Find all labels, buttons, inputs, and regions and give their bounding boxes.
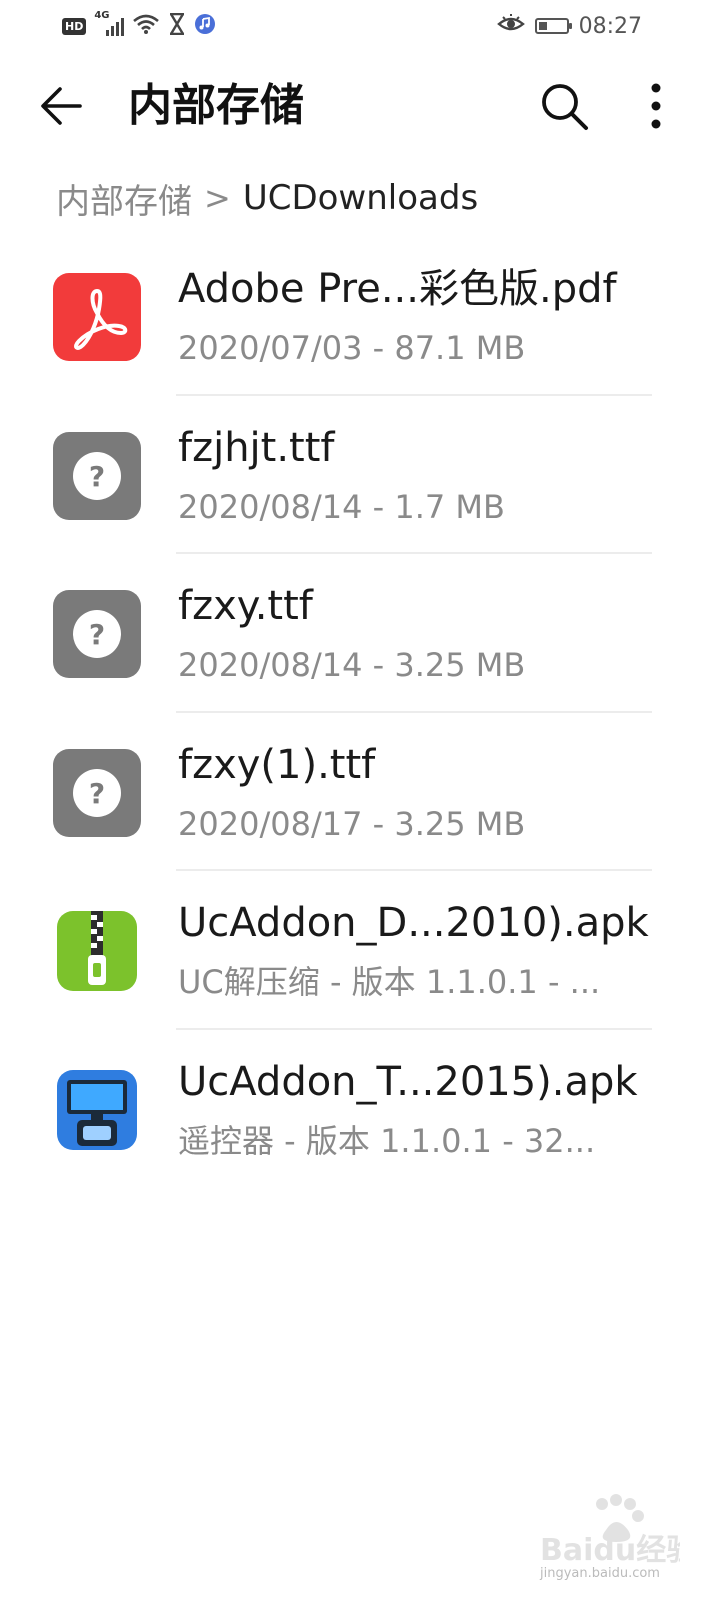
svg-text:?: ?	[89, 777, 105, 810]
status-bar-right: 08:27	[496, 12, 642, 40]
pdf-icon	[53, 273, 141, 361]
status-bar: HD 4G 08:27	[0, 0, 720, 52]
zip-app-icon	[53, 907, 141, 995]
eye-comfort-icon	[496, 13, 525, 39]
more-vertical-icon	[651, 83, 661, 129]
file-name: fzxy(1).ttf	[178, 741, 376, 788]
file-meta: 2020/07/03 - 87.1 MB	[178, 329, 526, 367]
page-title: 内部存储	[128, 80, 304, 131]
watermark-caption: jingyan.baidu.com	[540, 1566, 660, 1581]
breadcrumb-root[interactable]: 内部存储	[56, 174, 192, 223]
file-name: UcAddon_D...2010).apk	[178, 900, 649, 947]
file-meta: 遥控器 - 版本 1.1.0.1 - 32...	[178, 1121, 596, 1160]
unknown-file-icon: ?	[53, 431, 141, 520]
svg-text:?: ?	[89, 618, 105, 651]
more-options-button[interactable]	[636, 78, 676, 134]
unknown-file-icon: ?	[53, 748, 141, 837]
file-name: fzxy.ttf	[178, 583, 313, 630]
hd-badge: HD	[62, 17, 87, 35]
status-bar-left: HD 4G	[62, 10, 216, 40]
file-name: UcAddon_T...2015).apk	[178, 1058, 638, 1105]
wifi-icon	[132, 13, 160, 39]
breadcrumb-separator-icon: >	[204, 179, 231, 217]
file-name: Adobe Pre...彩色版.pdf	[178, 266, 617, 312]
file-meta: 2020/08/14 - 1.7 MB	[178, 487, 505, 526]
music-app-icon	[194, 13, 216, 39]
hourglass-icon	[168, 12, 186, 39]
file-meta: 2020/08/14 - 3.25 MB	[178, 646, 526, 685]
file-row[interactable]: UcAddon_T...2015).apk 遥控器 - 版本 1.1.0.1 -…	[0, 1030, 720, 1189]
file-row[interactable]: ? fzjhjt.ttf 2020/08/14 - 1.7 MB	[0, 396, 720, 555]
back-arrow-icon	[41, 87, 82, 125]
svg-text:Baidu经验: Baidu经验	[540, 1533, 680, 1568]
search-button[interactable]	[536, 78, 592, 134]
file-row[interactable]: ? fzxy(1).ttf 2020/08/17 - 3.25 MB	[0, 713, 720, 872]
search-icon	[542, 84, 588, 130]
file-list: Adobe Pre...彩色版.pdf 2020/07/03 - 87.1 MB…	[0, 237, 720, 1189]
file-row[interactable]: Adobe Pre...彩色版.pdf 2020/07/03 - 87.1 MB	[0, 237, 720, 396]
file-row[interactable]: ? fzxy.ttf 2020/08/14 - 3.25 MB	[0, 554, 720, 713]
signal-icon: 4G	[94, 10, 125, 38]
battery-level	[538, 22, 547, 30]
file-row[interactable]: UcAddon_D...2010).apk UC解压缩 - 版本 1.1.0.1…	[0, 871, 720, 1030]
svg-text:?: ?	[89, 460, 105, 493]
file-meta: 2020/08/17 - 3.25 MB	[178, 804, 526, 843]
status-time: 08:27	[578, 13, 642, 39]
battery-icon	[534, 18, 572, 34]
remote-app-icon	[53, 1066, 141, 1154]
file-name: fzjhjt.ttf	[178, 424, 335, 471]
breadcrumb: 内部存储 > UCDownloads	[56, 170, 478, 226]
app-header: 内部存储	[0, 60, 720, 156]
back-button[interactable]	[36, 80, 88, 132]
unknown-file-icon: ?	[53, 590, 141, 679]
breadcrumb-current: UCDownloads	[242, 178, 479, 218]
file-meta: UC解压缩 - 版本 1.1.0.1 - ...	[178, 963, 601, 1002]
